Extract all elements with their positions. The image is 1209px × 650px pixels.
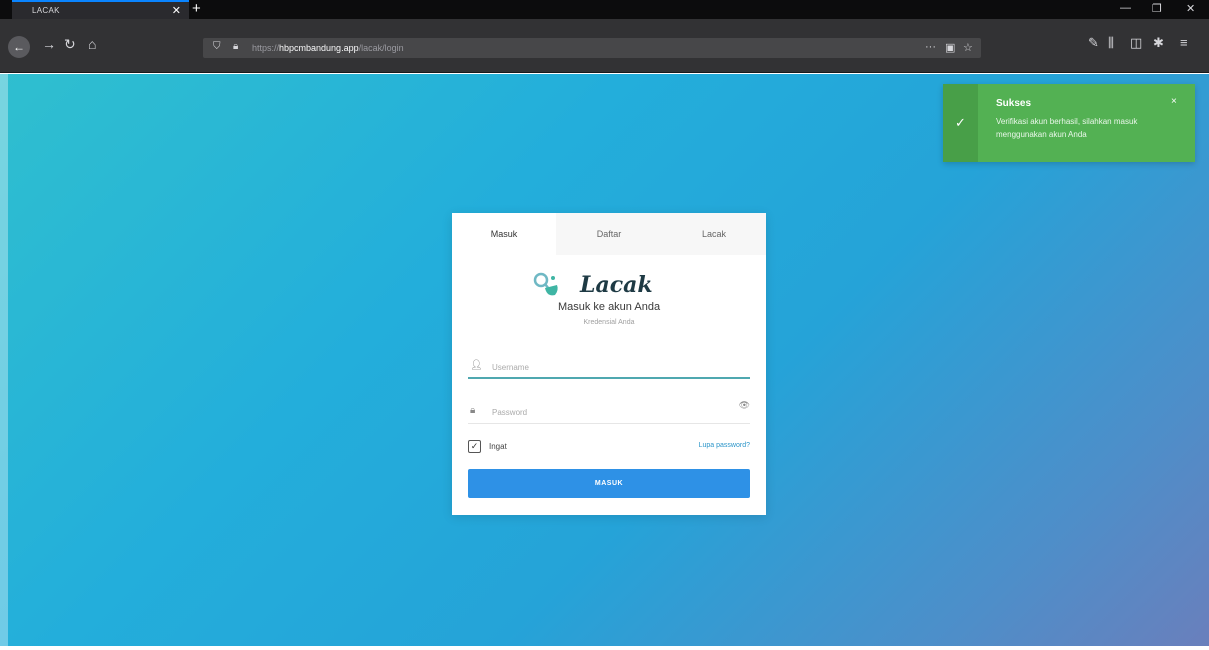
password-field: 🔒︎ 👁︎ bbox=[468, 400, 750, 424]
login-heading: Masuk ke akun Anda bbox=[557, 301, 661, 313]
tab-close-icon[interactable]: ✕ bbox=[172, 4, 181, 17]
minimize-button[interactable]: — bbox=[1120, 2, 1131, 14]
toast-message: Verifikasi akun berhasil, silahkan masuk… bbox=[996, 117, 1138, 139]
tab-title: LACAK bbox=[32, 6, 60, 15]
username-input[interactable] bbox=[492, 359, 732, 375]
login-subheading: Kredensial Anda bbox=[583, 319, 635, 326]
tools-icon[interactable]: ✎ bbox=[1088, 35, 1099, 51]
login-card: Masuk Daftar Lacak Lacak Masuk ke akun A… bbox=[452, 213, 766, 515]
restore-button[interactable]: ❐ bbox=[1152, 2, 1162, 15]
new-tab-button[interactable]: + bbox=[192, 0, 201, 17]
library-icon[interactable]: ⫼ bbox=[1108, 35, 1114, 51]
reload-icon[interactable]: ↻ bbox=[64, 36, 76, 53]
auth-tabs: Masuk Daftar Lacak bbox=[452, 213, 766, 255]
home-icon[interactable]: ⌂ bbox=[88, 36, 96, 52]
url-bar[interactable]: ⛉ 🔒︎ https://hbpcmbandung.app/lacak/logi… bbox=[203, 38, 981, 58]
pocket-icon[interactable]: ▣ bbox=[945, 41, 955, 54]
toast-close-icon[interactable]: × bbox=[1171, 96, 1177, 107]
browser-toolbar: ← → ↻ ⌂ ⛉ 🔒︎ https://hbpcmbandung.app/la… bbox=[0, 19, 1209, 73]
remember-label: Ingat bbox=[489, 442, 507, 451]
browser-tab[interactable]: LACAK ✕ bbox=[12, 0, 189, 19]
forward-arrow-icon[interactable]: → bbox=[42, 36, 56, 52]
browser-tab-bar: LACAK ✕ + — ❐ ✕ bbox=[0, 0, 1209, 19]
lock-icon[interactable]: 🔒︎ bbox=[233, 41, 238, 52]
page-actions-icon[interactable]: ··· bbox=[925, 41, 936, 53]
shield-icon[interactable]: ⛉ bbox=[213, 41, 221, 52]
user-icon: 👤︎ bbox=[470, 360, 483, 371]
password-input[interactable] bbox=[492, 404, 732, 420]
username-field: 👤︎ bbox=[468, 355, 750, 379]
lock-icon: 🔒︎ bbox=[470, 405, 476, 416]
window-close-button[interactable]: ✕ bbox=[1186, 2, 1195, 15]
page-background: ✓ Sukses Verifikasi akun berhasil, silah… bbox=[0, 74, 1209, 650]
url-host: hbpcmbandung.app bbox=[279, 43, 359, 53]
url-path: /lacak/login bbox=[358, 43, 404, 53]
tab-masuk[interactable]: Masuk bbox=[452, 213, 556, 255]
tab-lacak[interactable]: Lacak bbox=[662, 213, 766, 255]
toast-title: Sukses bbox=[996, 98, 1032, 109]
bookmark-star-icon[interactable]: ☆ bbox=[963, 41, 973, 54]
menu-icon[interactable]: ≡ bbox=[1180, 35, 1188, 50]
forgot-password-link[interactable]: Lupa password? bbox=[699, 442, 750, 449]
left-edge bbox=[0, 74, 8, 650]
login-button[interactable]: MASUK bbox=[468, 469, 750, 498]
url-scheme: https:// bbox=[252, 43, 280, 53]
sidebar-icon[interactable]: ◫ bbox=[1130, 35, 1142, 51]
tab-daftar[interactable]: Daftar bbox=[557, 213, 661, 255]
back-arrow-icon[interactable]: ← bbox=[8, 36, 30, 58]
success-toast[interactable]: ✓ Sukses Verifikasi akun berhasil, silah… bbox=[943, 84, 1195, 162]
remember-checkbox[interactable]: ✓ bbox=[468, 440, 481, 453]
magnifier-logo-icon bbox=[533, 272, 558, 296]
logo-text: Lacak bbox=[580, 272, 653, 298]
check-icon: ✓ bbox=[943, 84, 978, 162]
url-text: https://hbpcmbandung.app/lacak/login bbox=[252, 43, 404, 53]
bottom-edge bbox=[0, 646, 1209, 650]
eye-icon[interactable]: 👁︎ bbox=[739, 400, 750, 411]
extension-icon[interactable]: ✱ bbox=[1153, 35, 1164, 51]
